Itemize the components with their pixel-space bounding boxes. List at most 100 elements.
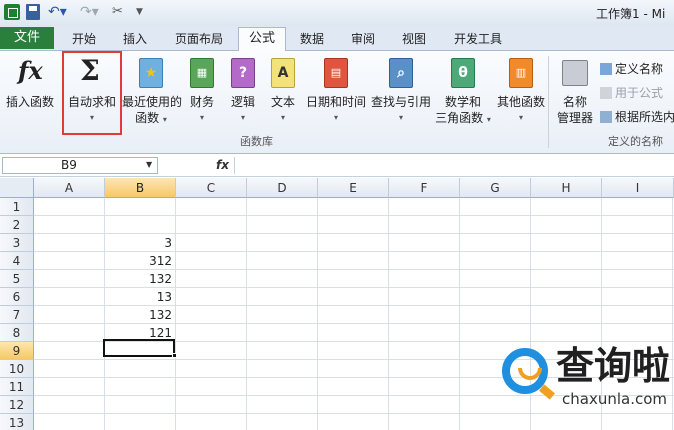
datetime-label: 日期和时间 <box>305 95 366 109</box>
math-trig-label-2: 三角函数 ▾ <box>434 110 492 128</box>
recently-used-label-2: 函数 ▾ <box>122 110 180 128</box>
column-header-d[interactable]: D <box>247 178 318 198</box>
tab-file[interactable]: 文件 <box>0 27 54 49</box>
financial-dropdown-icon[interactable]: ▾ <box>184 110 220 126</box>
row-header-13[interactable]: 13 <box>0 414 34 430</box>
magnifier-book-icon: ⌕ <box>389 58 413 88</box>
column-header-e[interactable]: E <box>318 178 389 198</box>
financial-button[interactable]: ▦ 财务 ▾ <box>184 52 220 130</box>
recently-used-label-2-text: 函数 <box>135 111 160 125</box>
math-trig-button[interactable]: θ 数学和 三角函数 ▾ <box>434 52 492 130</box>
active-cell-b9[interactable] <box>103 339 175 357</box>
recently-used-label-1: 最近使用的 <box>122 95 183 109</box>
logical-label: 逻辑 <box>230 95 255 109</box>
cell-b5[interactable]: 132 <box>104 270 172 288</box>
recently-used-dropdown-icon[interactable]: ▾ <box>163 115 167 124</box>
tab-view[interactable]: 视图 <box>396 30 432 48</box>
row-header-1[interactable]: 1 <box>0 198 34 216</box>
quick-access-toolbar: ↶▾ ↷▾ ✂ ▼ 工作簿1 - Mi <box>0 0 674 26</box>
fill-handle[interactable] <box>172 353 177 358</box>
row-header-10[interactable]: 10 <box>0 360 34 378</box>
customize-qat-dropdown-icon[interactable]: ▼ <box>136 4 146 20</box>
text-button[interactable]: A 文本 ▾ <box>266 52 300 130</box>
text-a-book-icon: A <box>271 58 295 88</box>
tab-review[interactable]: 审阅 <box>344 30 382 48</box>
more-functions-dropdown-icon[interactable]: ▾ <box>494 110 548 126</box>
create-from-selection-icon <box>600 111 612 123</box>
theta-book-icon: θ <box>451 58 475 88</box>
watermark-url: chaxunla.com <box>562 390 667 408</box>
tab-home[interactable]: 开始 <box>62 30 106 48</box>
undo-icon[interactable]: ↶▾ <box>48 4 67 20</box>
financial-book-icon: ▦ <box>190 58 214 88</box>
name-box[interactable]: B9 <box>2 157 158 174</box>
row-header-3[interactable]: 3 <box>0 234 34 252</box>
name-manager-label-1: 名称 <box>562 95 587 109</box>
use-in-formula-label: 用于公式 <box>615 86 664 100</box>
column-header-f[interactable]: F <box>389 178 460 198</box>
insert-function-fx-icon[interactable]: fx <box>216 158 229 172</box>
insert-function-button[interactable]: fx 插入函数 <box>2 52 58 130</box>
window-title: 工作簿1 - Mi <box>596 7 666 21</box>
column-header-i[interactable]: I <box>602 178 674 198</box>
watermark-text: 查询啦 <box>556 344 671 388</box>
recently-used-button[interactable]: ★ 最近使用的 函数 ▾ <box>122 52 183 130</box>
column-header-h[interactable]: H <box>531 178 602 198</box>
create-from-selection-label: 根据所选内 <box>615 110 674 124</box>
lookup-reference-button[interactable]: ⌕ 查找与引用 ▾ <box>370 52 432 130</box>
name-box-dropdown-icon[interactable]: ▼ <box>146 160 152 169</box>
tab-developer[interactable]: 开发工具 <box>448 30 508 48</box>
row-header-8[interactable]: 8 <box>0 324 34 342</box>
financial-label: 财务 <box>189 95 214 109</box>
formula-input[interactable] <box>234 157 674 174</box>
select-all-corner[interactable] <box>0 178 34 198</box>
more-functions-label: 其他函数 <box>496 95 545 109</box>
row-header-4[interactable]: 4 <box>0 252 34 270</box>
column-header-a[interactable]: A <box>34 178 105 198</box>
datetime-dropdown-icon[interactable]: ▾ <box>304 110 368 126</box>
math-trig-label-2-text: 三角函数 <box>435 111 484 125</box>
cell-b6[interactable]: 13 <box>104 288 172 306</box>
name-manager-icon <box>562 60 588 86</box>
watermark-logo: 查询啦 chaxunla.com <box>498 342 671 414</box>
tab-formulas[interactable]: 公式 <box>238 27 286 51</box>
define-name-button[interactable]: 定义名称 <box>600 60 663 77</box>
excel-app-icon[interactable] <box>4 4 20 20</box>
cell-b7[interactable]: 132 <box>104 306 172 324</box>
name-manager-button[interactable]: 名称 管理器 <box>552 52 598 130</box>
logical-button[interactable]: ? 逻辑 ▾ <box>226 52 260 130</box>
row-header-7[interactable]: 7 <box>0 306 34 324</box>
group-label-defined-names: 定义的名称 <box>608 135 663 148</box>
row-header-9[interactable]: 9 <box>0 342 34 360</box>
math-trig-dropdown-icon[interactable]: ▾ <box>487 115 491 124</box>
text-dropdown-icon[interactable]: ▾ <box>266 110 300 126</box>
create-from-selection-button[interactable]: 根据所选内 <box>600 108 674 125</box>
ribbon-group-divider <box>548 56 549 148</box>
column-header-c[interactable]: C <box>176 178 247 198</box>
tab-insert[interactable]: 插入 <box>114 30 156 48</box>
tab-data[interactable]: 数据 <box>294 30 330 48</box>
redo-icon[interactable]: ↷▾ <box>80 4 99 20</box>
column-header-b[interactable]: B <box>105 178 176 198</box>
tab-page-layout[interactable]: 页面布局 <box>170 30 228 48</box>
row-header-12[interactable]: 12 <box>0 396 34 414</box>
column-header-g[interactable]: G <box>460 178 531 198</box>
insert-function-label: 插入函数 <box>5 95 54 109</box>
cell-b3[interactable]: 3 <box>104 234 172 252</box>
calendar-book-icon: ▤ <box>324 58 348 88</box>
lookup-reference-label: 查找与引用 <box>370 95 431 109</box>
row-header-6[interactable]: 6 <box>0 288 34 306</box>
row-header-11[interactable]: 11 <box>0 378 34 396</box>
cell-b4[interactable]: 312 <box>104 252 172 270</box>
lookup-reference-dropdown-icon[interactable]: ▾ <box>370 110 432 126</box>
datetime-button[interactable]: ▤ 日期和时间 ▾ <box>304 52 368 130</box>
save-icon[interactable] <box>26 4 40 20</box>
logical-dropdown-icon[interactable]: ▾ <box>226 110 260 126</box>
more-functions-button[interactable]: ▥ 其他函数 ▾ <box>494 52 548 130</box>
customize-tool-icon[interactable]: ✂ <box>112 4 130 20</box>
row-header-5[interactable]: 5 <box>0 270 34 288</box>
watermark-magnifier-icon <box>502 348 548 394</box>
row-header-2[interactable]: 2 <box>0 216 34 234</box>
use-in-formula-button[interactable]: 用于公式 <box>600 84 663 101</box>
name-manager-label-2: 管理器 <box>556 111 593 125</box>
